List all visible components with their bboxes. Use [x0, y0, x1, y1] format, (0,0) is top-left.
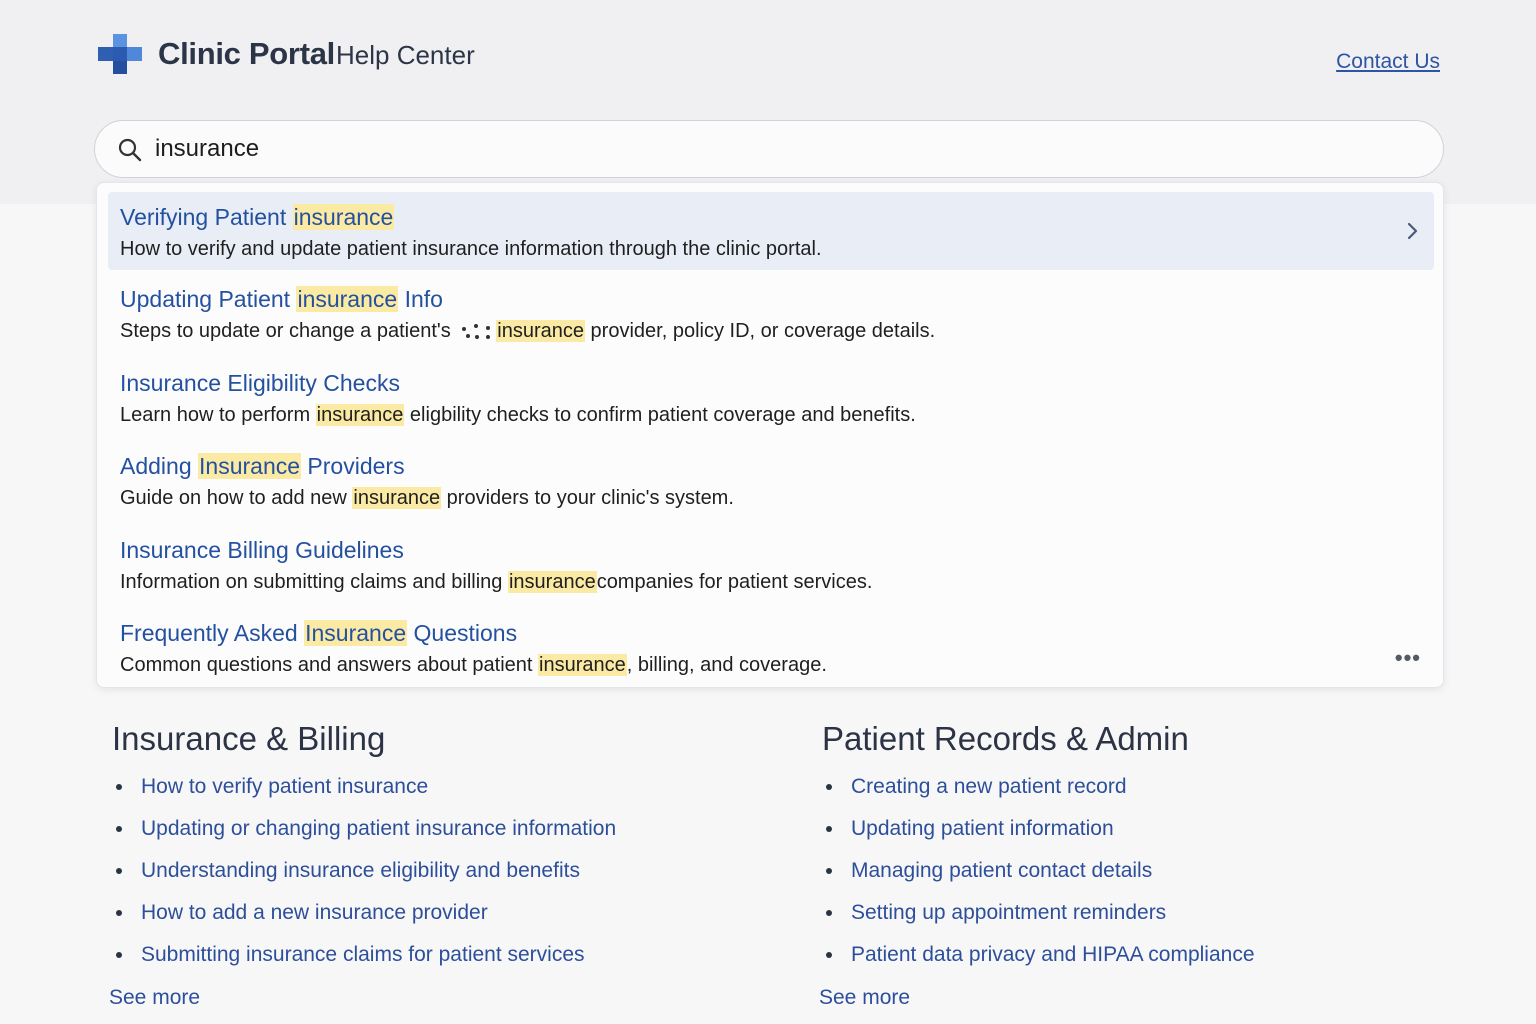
search-result-item[interactable]: Insurance Billing Guidelines Information…	[108, 525, 1434, 603]
result-description: How to verify and update patient insuran…	[120, 238, 822, 260]
article-link[interactable]: Patient data privacy and HIPAA complianc…	[851, 943, 1255, 966]
article-link[interactable]: Creating a new patient record	[851, 775, 1127, 798]
section-patient-records: Patient Records & Admin Creating a new p…	[806, 720, 1446, 1009]
desc-text: provider, policy ID, or coverage details…	[585, 320, 936, 342]
desc-text: Steps to update or change a patient's	[120, 320, 457, 342]
article-link[interactable]: Submitting insurance claims for patient …	[141, 943, 585, 966]
bullet	[826, 952, 832, 958]
result-title: Insurance Billing Guidelines	[120, 537, 404, 563]
bullet	[116, 952, 122, 958]
list-item: Setting up appointment reminders	[806, 900, 1446, 942]
result-description: Guide on how to add new insurance provid…	[120, 487, 734, 510]
bullet	[826, 784, 832, 790]
search-result-item[interactable]: Frequently Asked Insurance Questions Com…	[108, 608, 1434, 686]
title-text: Providers	[301, 453, 405, 479]
section-title: Patient Records & Admin	[822, 720, 1189, 757]
article-link[interactable]: Updating patient information	[851, 817, 1114, 840]
desc-text: Guide on how to add new	[120, 487, 353, 509]
search-result-item[interactable]: Insurance Eligibility Checks Learn how t…	[108, 358, 1434, 436]
search-term-highlight: insurance	[352, 487, 442, 509]
brand-name: Clinic Portal	[158, 36, 335, 71]
article-link[interactable]: How to add a new insurance provider	[141, 901, 488, 924]
title-text: Info	[398, 286, 443, 312]
list-item: Managing patient contact details	[806, 858, 1446, 900]
bullet	[116, 910, 122, 916]
result-description: Common questions and answers about patie…	[120, 654, 827, 677]
list-item: How to add a new insurance provider	[96, 900, 736, 942]
desc-text: companies for patient services.	[596, 571, 873, 593]
desc-text: providers to your clinic's system.	[441, 487, 734, 509]
list-item: Patient data privacy and HIPAA complianc…	[806, 942, 1446, 984]
list-item: Creating a new patient record	[806, 774, 1446, 816]
result-title: Verifying Patient insurance	[120, 204, 395, 231]
article-link[interactable]: Managing patient contact details	[851, 859, 1152, 882]
search-term-highlight: insurance	[292, 204, 395, 230]
desc-text: , billing, and coverage.	[626, 654, 827, 676]
result-title: Adding Insurance Providers	[120, 453, 405, 480]
desc-text: Information on submitting claims and bil…	[120, 571, 508, 593]
header: Clinic Portal Help Center Contact Us	[96, 28, 1440, 84]
title-text: Questions	[407, 620, 518, 646]
search-icon	[118, 138, 142, 162]
bullet	[116, 868, 122, 874]
result-title: Updating Patient insurance Info	[120, 286, 443, 313]
section-insurance-billing: Insurance & Billing How to verify patien…	[96, 720, 736, 1009]
loading-spinner-icon	[462, 323, 491, 339]
title-text: Frequently Asked	[120, 620, 305, 646]
more-options-icon[interactable]: •••	[1395, 645, 1421, 671]
search-bar[interactable]	[94, 120, 1444, 178]
search-result-item[interactable]: Verifying Patient insurance How to verif…	[108, 192, 1434, 270]
section-title: Insurance & Billing	[112, 720, 386, 757]
desc-text: eligbility checks to confirm patient cov…	[404, 404, 916, 426]
title-text: Verifying Patient	[120, 204, 293, 230]
article-link[interactable]: How to verify patient insurance	[141, 775, 428, 798]
result-description: Learn how to perform insurance eligbilit…	[120, 404, 916, 427]
result-title: Frequently Asked Insurance Questions	[120, 620, 517, 647]
search-term-highlight: insurance	[496, 320, 585, 342]
search-term-highlight: insurance	[538, 654, 627, 676]
clinic-cross-logo-icon	[98, 34, 142, 74]
search-term-highlight: insurance	[315, 404, 405, 426]
search-term-highlight: insurance	[507, 571, 597, 593]
bullet	[826, 826, 832, 832]
bullet	[116, 784, 122, 790]
search-input[interactable]	[155, 131, 1355, 167]
result-title: Insurance Eligibility Checks	[120, 370, 400, 396]
contact-us-link[interactable]: Contact Us	[1336, 50, 1440, 74]
result-description: Steps to update or change a patient's in…	[120, 320, 935, 343]
see-more-link[interactable]: See more	[109, 986, 200, 1010]
search-term-highlight: Insurance	[198, 453, 302, 479]
title-text: Updating Patient	[120, 286, 297, 312]
bullet	[826, 910, 832, 916]
result-description: Information on submitting claims and bil…	[120, 571, 872, 594]
list-item: Updating or changing patient insurance i…	[96, 816, 736, 858]
search-term-highlight: insurance	[296, 286, 399, 312]
article-list: Creating a new patient record Updating p…	[806, 774, 1446, 984]
search-result-item[interactable]: Adding Insurance Providers Guide on how …	[108, 441, 1434, 519]
title-text: Adding	[120, 453, 199, 479]
article-link[interactable]: Updating or changing patient insurance i…	[141, 817, 616, 840]
list-item: How to verify patient insurance	[96, 774, 736, 816]
list-item: Understanding insurance eligibility and …	[96, 858, 736, 900]
bullet	[116, 826, 122, 832]
search-result-item[interactable]: Updating Patient insurance Info Steps to…	[108, 274, 1434, 352]
brand-subtitle: Help Center	[336, 40, 475, 70]
list-item: Updating patient information	[806, 816, 1446, 858]
chevron-right-icon[interactable]	[1406, 220, 1420, 242]
desc-text: Common questions and answers about patie…	[120, 654, 539, 676]
search-term-highlight: Insurance	[304, 620, 408, 646]
desc-text: Learn how to perform	[120, 404, 316, 426]
article-link[interactable]: Setting up appointment reminders	[851, 901, 1166, 924]
search-results-dropdown: Verifying Patient insurance How to verif…	[96, 182, 1444, 688]
article-link[interactable]: Understanding insurance eligibility and …	[141, 859, 580, 882]
list-item: Submitting insurance claims for patient …	[96, 942, 736, 984]
article-list: How to verify patient insurance Updating…	[96, 774, 736, 984]
see-more-link[interactable]: See more	[819, 986, 910, 1010]
bullet	[826, 868, 832, 874]
